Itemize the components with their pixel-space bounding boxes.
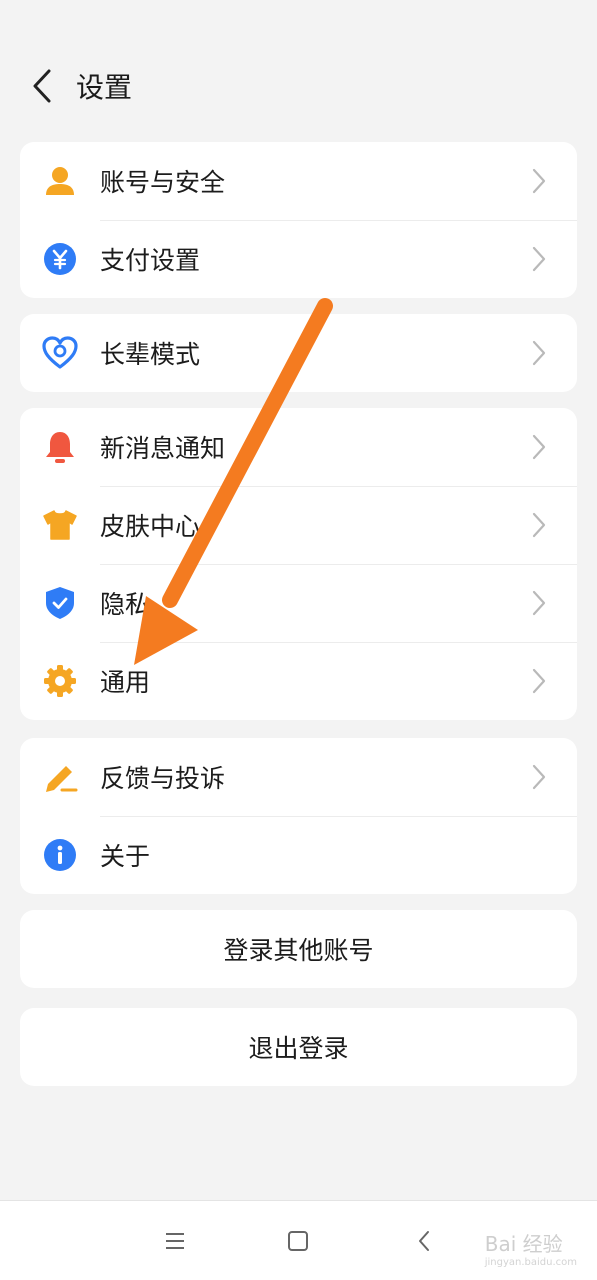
bell-icon bbox=[40, 427, 80, 467]
chevron-right-icon bbox=[527, 243, 551, 275]
watermark: Bai 经验 jingyan.baidu.com bbox=[485, 1228, 577, 1268]
settings-group-support: 反馈与投诉 关于 bbox=[20, 738, 577, 894]
header-bar: 设置 bbox=[0, 52, 597, 120]
chevron-right-icon bbox=[527, 587, 551, 619]
menu-icon bbox=[166, 1233, 184, 1249]
settings-group-account: 账号与安全 支付设置 bbox=[20, 142, 577, 298]
chevron-left-icon bbox=[419, 1231, 429, 1251]
page-title: 设置 bbox=[76, 71, 133, 104]
person-icon bbox=[40, 161, 80, 201]
settings-item-label: 反馈与投诉 bbox=[100, 764, 226, 793]
settings-item-account-security[interactable]: 账号与安全 bbox=[20, 142, 577, 220]
settings-item-about[interactable]: 关于 bbox=[20, 816, 577, 894]
settings-item-label: 皮肤中心 bbox=[100, 512, 201, 541]
settings-item-label: 关于 bbox=[100, 842, 151, 871]
settings-item-label: 账号与安全 bbox=[100, 168, 226, 197]
home-button[interactable] bbox=[280, 1223, 316, 1259]
logout-button[interactable]: 退出登录 bbox=[20, 1008, 577, 1086]
settings-item-skin-center[interactable]: 皮肤中心 bbox=[20, 486, 577, 564]
chevron-right-icon bbox=[527, 761, 551, 793]
settings-group-preferences: 新消息通知 皮肤中心 隐私 通用 bbox=[20, 408, 577, 720]
heart-icon bbox=[40, 333, 80, 373]
settings-item-label: 支付设置 bbox=[100, 246, 201, 275]
settings-item-label: 新消息通知 bbox=[100, 434, 226, 463]
pencil-icon bbox=[40, 757, 80, 797]
chevron-right-icon bbox=[527, 165, 551, 197]
shield-icon bbox=[40, 583, 80, 623]
settings-item-notifications[interactable]: 新消息通知 bbox=[20, 408, 577, 486]
switch-account-button[interactable]: 登录其他账号 bbox=[20, 910, 577, 988]
chevron-right-icon bbox=[527, 665, 551, 697]
settings-item-feedback[interactable]: 反馈与投诉 bbox=[20, 738, 577, 816]
tshirt-icon bbox=[40, 505, 80, 545]
settings-group-elder: 长辈模式 bbox=[20, 314, 577, 392]
settings-item-elder-mode[interactable]: 长辈模式 bbox=[20, 314, 577, 392]
watermark-text: Bai 经验 bbox=[484, 1232, 563, 1256]
system-nav-bar: Bai 经验 jingyan.baidu.com bbox=[0, 1200, 597, 1280]
chevron-right-icon bbox=[527, 337, 551, 369]
menu-button[interactable] bbox=[157, 1223, 193, 1259]
settings-item-label: 通用 bbox=[100, 668, 151, 697]
settings-item-general[interactable]: 通用 bbox=[20, 642, 577, 720]
settings-item-payment[interactable]: 支付设置 bbox=[20, 220, 577, 298]
settings-item-privacy[interactable]: 隐私 bbox=[20, 564, 577, 642]
info-icon bbox=[40, 835, 80, 875]
watermark-url: jingyan.baidu.com bbox=[484, 1257, 577, 1268]
gear-icon bbox=[40, 661, 80, 701]
settings-item-label: 长辈模式 bbox=[100, 340, 201, 369]
chevron-right-icon bbox=[527, 509, 551, 541]
chevron-left-icon bbox=[33, 69, 51, 103]
settings-item-label: 隐私 bbox=[100, 590, 151, 619]
back-button[interactable] bbox=[22, 66, 62, 106]
square-icon bbox=[288, 1231, 308, 1251]
chevron-right-icon bbox=[527, 431, 551, 463]
nav-back-button[interactable] bbox=[406, 1223, 442, 1259]
yuan-icon bbox=[40, 239, 80, 279]
